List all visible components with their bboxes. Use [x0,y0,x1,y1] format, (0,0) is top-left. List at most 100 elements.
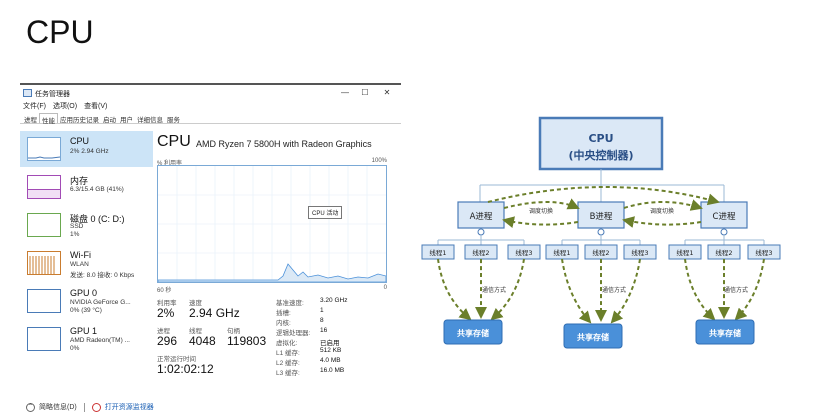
process-c-label: C进程 [713,212,736,222]
tab-performance[interactable]: 性能 [39,113,58,125]
cpu-model-name: AMD Ryzen 7 5800H with Radeon Graphics [196,139,372,149]
gpu1-thumbnail-graph [27,327,61,351]
spec-value: 1 [320,307,324,314]
switch-label-ab: 调度切换 [529,207,553,215]
sidebar-item-detail: SSD [70,223,84,230]
handles-value: 119803 [227,334,267,348]
utilization-max-label: 100% [371,158,387,164]
sidebar-item-detail: 1% [70,231,80,238]
window-top-border [20,83,401,85]
cpu-thumbnail-graph [27,137,61,161]
spec-value: 16.0 MB [320,367,345,374]
menu-bar: 文件(F) 选项(O) 查看(V) [23,101,107,111]
speed-value: 2.94 GHz [189,306,240,320]
tab-users[interactable]: 用户 [118,113,135,124]
memory-thumbnail-graph [27,175,61,199]
maximize-button[interactable]: ☐ [355,88,375,98]
window-title: 任务管理器 [35,91,70,98]
controller-label-line2: (中央控制器) [568,148,633,162]
thread-label: 线程1 [553,248,570,257]
footer-divider [83,402,85,412]
thread-label: 线程1 [676,248,693,257]
process-a-label: A进程 [470,212,493,222]
title-bar[interactable]: 任务管理器 — ☐ ✕ [20,86,401,100]
sidebar-item-label: Wi-Fi [70,250,91,260]
chevron-up-icon[interactable]: ⌃ [26,402,35,412]
fewer-details-link[interactable]: 简略信息(D) [39,402,77,412]
time-axis-label: 60 秒 [157,288,172,294]
thread-label: 线程2 [592,248,609,257]
menu-file[interactable]: 文件(F) [23,101,46,111]
spec-value: 16 [320,327,328,334]
graph-tooltip: CPU 活动 [308,206,343,219]
sidebar-item-detail: NVIDIA GeForce G... [70,299,131,306]
task-manager-footer: ⌃ 简略信息(D) 打开资源监视器 [26,402,154,412]
wifi-thumbnail-graph [27,251,61,275]
minimize-button[interactable]: — [335,88,355,98]
process-thread-diagram: CPU (中央控制器) A进程 B进程 C进程 调度切换 调度切换 线程1 线程… [421,116,781,349]
sidebar-item-detail: 2% 2.94 GHz [70,148,109,155]
spec-value: 8 [320,317,324,324]
time-axis-zero: 0 [383,285,387,291]
threads-value: 4048 [189,334,216,348]
spec-label: 内核: [276,320,291,327]
slide-title: CPU [26,14,94,50]
sidebar-item-detail: 发送: 8.0 接收: 0 Kbps [70,272,135,279]
open-resource-monitor-link[interactable]: 打开资源监视器 [105,402,154,412]
close-button[interactable]: ✕ [377,88,397,98]
sidebar-item-label: GPU 0 [70,288,98,298]
sidebar-item-detail: 6.3/15.4 GB (41%) [70,186,124,193]
spec-value: 3.20 GHz [320,297,348,304]
sidebar-item-label: CPU [70,136,90,146]
comm-label-c: 通信方式 [724,286,748,294]
menu-view[interactable]: 查看(V) [84,101,107,111]
sidebar-item-cpu[interactable]: CPU 2% 2.94 GHz [20,131,153,167]
tab-startup[interactable]: 启动 [101,113,118,124]
gpu0-thumbnail-graph [27,289,61,313]
spec-label: 逻辑处理器: [276,330,311,337]
sidebar-item-detail: WLAN [70,261,89,268]
tab-services[interactable]: 服务 [165,113,182,124]
sidebar-item-gpu0[interactable]: GPU 0 NVIDIA GeForce G... 0% (39 °C) [20,283,153,319]
sidebar-item-memory[interactable]: 内存 6.3/15.4 GB (41%) [20,169,153,205]
spec-value: 512 KB [320,347,342,354]
tab-bar: 进程 性能 应用历史记录 启动 用户 详细信息 服务 [20,113,401,125]
thread-label: 线程3 [515,248,532,257]
utilization-value: 2% [157,306,175,320]
sidebar-item-disk[interactable]: 磁盘 0 (C: D:) SSD 1% [20,207,153,243]
spec-label: 虚拟化: [276,340,298,347]
switch-label-bc: 调度切换 [650,207,674,215]
spec-value: 4.0 MB [320,357,341,364]
thread-label: 线程1 [429,248,446,257]
shared-storage-label: 共享存储 [457,328,489,338]
menu-options[interactable]: 选项(O) [53,101,77,111]
thread-label: 线程2 [715,248,732,257]
cpu-utilization-graph: CPU 活动 [157,165,387,283]
cpu-detail-panel: CPU AMD Ryzen 7 5800H with Radeon Graphi… [155,131,401,383]
task-manager-window: 任务管理器 — ☐ ✕ 文件(F) 选项(O) 查看(V) 进程 性能 应用历史… [20,83,401,383]
controller-label-line1: CPU [588,132,613,145]
thread-label: 线程3 [631,248,648,257]
tab-app-history[interactable]: 应用历史记录 [58,113,101,124]
thread-connectors [437,235,765,245]
spec-label: 基准速度: [276,300,304,307]
shared-storage-label: 共享存储 [577,332,609,342]
panel-title: CPU [157,133,191,150]
disk-thumbnail-graph [27,213,61,237]
uptime-value: 1:02:02:12 [157,362,214,376]
thread-label: 线程2 [472,248,489,257]
spec-value: 已启用 [320,340,340,347]
processes-value: 296 [157,334,178,348]
spec-label: L1 缓存: [276,350,300,357]
resource-monitor-icon [91,402,101,412]
tab-processes[interactable]: 进程 [22,113,39,124]
spec-label: L2 缓存: [276,360,300,367]
spec-label: L3 缓存: [276,370,300,377]
comm-label-a: 通信方式 [482,286,506,294]
sidebar-item-gpu1[interactable]: GPU 1 AMD Radeon(TM) ... 0% [20,321,153,357]
tab-details[interactable]: 详细信息 [135,113,165,124]
comm-label-b: 通信方式 [602,286,626,294]
sidebar-item-detail: AMD Radeon(TM) ... [70,337,130,344]
task-manager-icon [23,89,32,97]
sidebar-item-wifi[interactable]: Wi-Fi WLAN 发送: 8.0 接收: 0 Kbps [20,245,153,281]
